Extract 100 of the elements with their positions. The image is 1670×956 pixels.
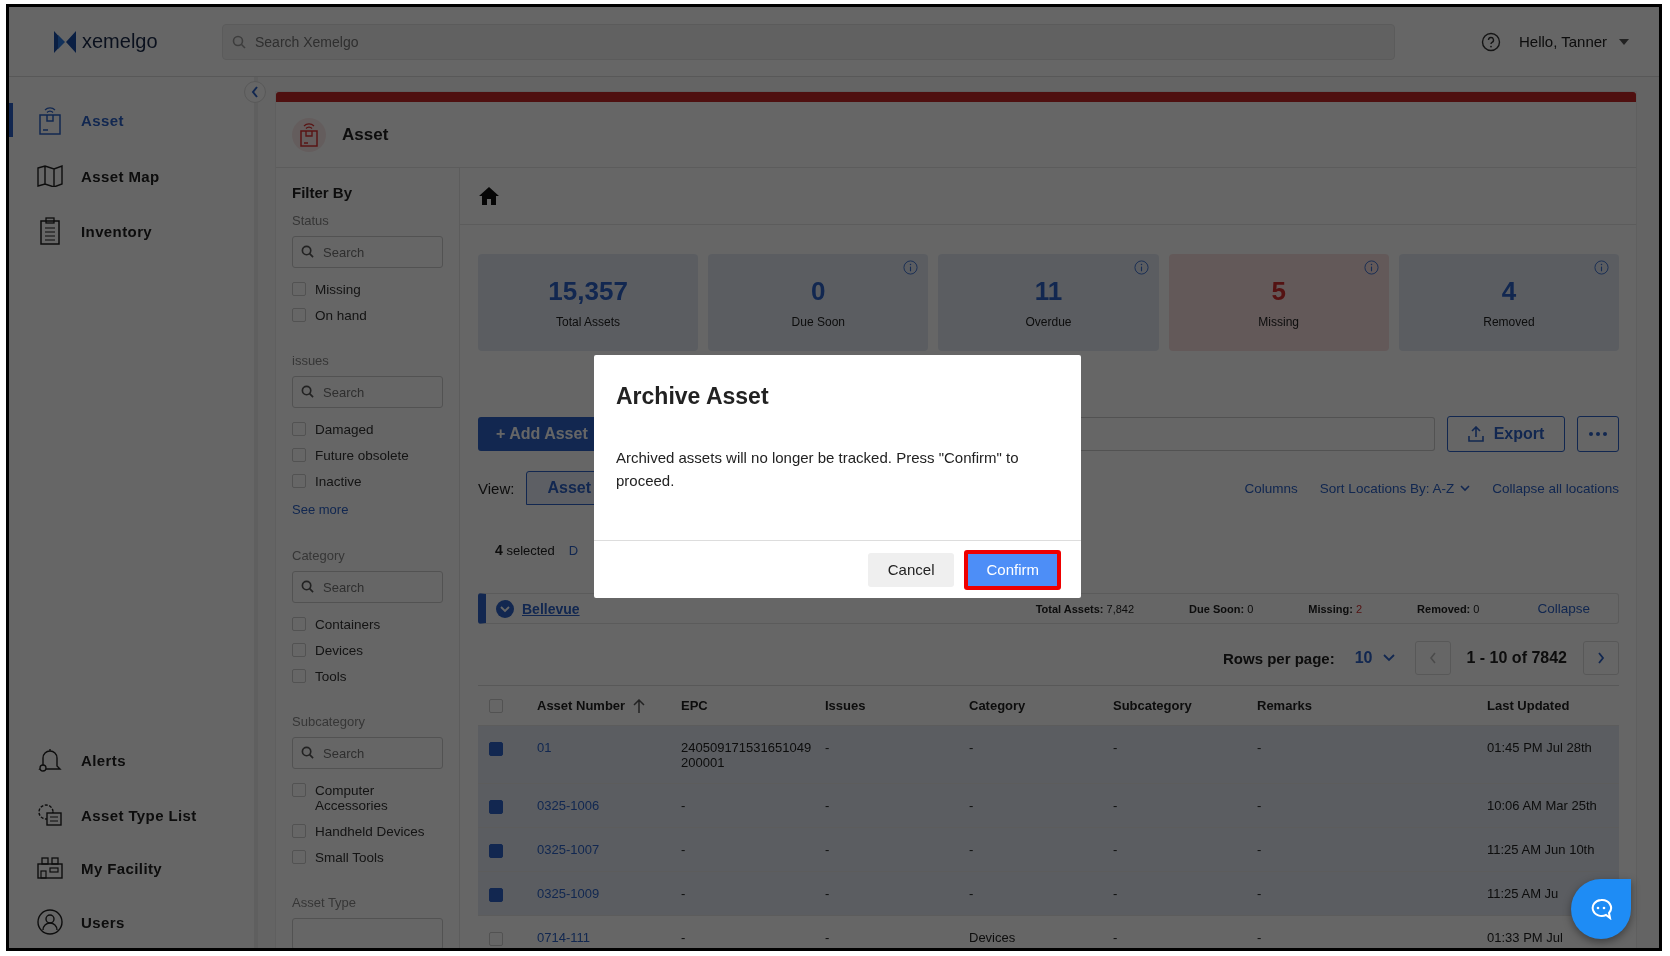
toolbar-link[interactable]: Collapse all locations (1492, 480, 1619, 496)
table-cell-text: - (681, 929, 687, 945)
table-cell-text: - (1257, 841, 1263, 857)
home-icon[interactable] (478, 186, 500, 206)
sort-arrow-icon (633, 698, 646, 713)
location-stat: Missing: 2 (1308, 602, 1363, 615)
table-cell-text: Devices (969, 929, 1017, 945)
filter-option-label: On hand (315, 308, 367, 323)
info-icon[interactable] (1133, 260, 1149, 275)
nav-item[interactable]: Asset (9, 103, 254, 137)
chevron-right-icon (1597, 652, 1605, 664)
table-cell[interactable]: 01 (537, 739, 681, 755)
table-cell[interactable]: 0325-1009 (537, 885, 681, 901)
nav-item[interactable]: My Facility (9, 855, 254, 881)
row-checkbox[interactable] (489, 741, 503, 756)
table-cell-text: - (1257, 885, 1263, 901)
chevron-icon[interactable] (496, 599, 514, 618)
chevron-left-icon (1428, 652, 1437, 664)
filter-option-label: Future obsolete (315, 448, 409, 463)
table-cell[interactable]: 0714-111 (537, 929, 681, 945)
dialog-message: Archived assets will no longer be tracked. Press "Confirm" to proceed. (616, 448, 1020, 492)
nav-item[interactable]: Users (9, 907, 254, 937)
table-cell-text: 11:25 AM Ju (1487, 885, 1560, 901)
toolbar-link[interactable]: Columns (1244, 480, 1298, 496)
help-icon[interactable] (1481, 31, 1501, 52)
metric-label: Total Assets (556, 315, 621, 329)
metric-label: Removed (1483, 315, 1535, 329)
table-cell-text: 10:06 AM Mar 25th (1487, 797, 1598, 813)
row-checkbox[interactable] (489, 887, 503, 902)
nav-item[interactable]: Inventory (9, 215, 254, 247)
metric-label: Overdue (1025, 315, 1072, 329)
filter-search-field[interactable] (292, 918, 443, 948)
table-cell-text: 11:25 AM Jun 10th (1487, 841, 1596, 857)
nav-item[interactable]: Alerts (9, 745, 254, 775)
table-cell[interactable]: 0325-1007 (537, 841, 681, 857)
export-button[interactable]: Export (1447, 416, 1565, 452)
next-page-button[interactable] (1583, 641, 1619, 675)
table-cell-text: - (1113, 841, 1119, 857)
chevron-down-icon (1460, 484, 1471, 492)
table-cell-text: - (1113, 739, 1119, 755)
table-cell-text: - (825, 739, 831, 755)
column-header[interactable]: Last Updated (1487, 698, 1619, 713)
toolbar-link[interactable]: Sort Locations By: A-Z (1319, 480, 1471, 496)
collapse-link[interactable]: Collapse (1537, 601, 1590, 616)
rows-per-page-label: Rows per page: (1223, 649, 1335, 667)
table-cell[interactable]: 0325-1006 (537, 797, 681, 813)
bulk-action-link[interactable]: D (568, 542, 579, 558)
previous-page-button[interactable] (1414, 641, 1451, 675)
table-cell-text: - (969, 797, 975, 813)
table-cell-text: - (969, 739, 975, 755)
location-link[interactable]: Bellevue (522, 600, 580, 617)
page-range: 1 - 10 of 7842 (1465, 649, 1568, 667)
filter-option-label: Tools (315, 669, 347, 684)
see-more-link[interactable]: See more (292, 502, 349, 517)
selected-count: 4 selected (495, 542, 555, 558)
table-cell-text: 01:45 PM Jul 28th (1487, 739, 1593, 755)
location-stat: Removed: 0 (1417, 602, 1480, 615)
map-icon (35, 165, 65, 187)
table-cell-text: - (1113, 929, 1119, 945)
column-header[interactable]: Subcategory (1113, 698, 1257, 713)
info-icon[interactable] (1594, 260, 1609, 275)
filter-title: Filter By (292, 184, 353, 201)
table-cell-text: - (825, 929, 831, 945)
row-checkbox[interactable] (489, 843, 503, 858)
table-cell-text: 01:33 PM Jul (1487, 929, 1564, 945)
metric-label: Missing (1258, 315, 1300, 329)
column-header[interactable]: Asset Number (537, 698, 681, 713)
nav-item[interactable]: Asset Type List (9, 801, 254, 829)
column-header[interactable]: Issues (825, 698, 969, 713)
rows-per-page-select[interactable]: 10 (1348, 648, 1401, 668)
gear-list-icon (35, 803, 65, 827)
info-icon[interactable] (1363, 260, 1379, 275)
column-header[interactable]: Category (969, 698, 1113, 713)
row-checkbox[interactable] (489, 799, 503, 814)
table-cell-text: - (969, 841, 975, 857)
chat-icon (1589, 898, 1613, 920)
table-cell-text: - (1257, 739, 1263, 755)
metric-value: 5 (1271, 276, 1286, 307)
column-header[interactable]: Remarks (1257, 698, 1487, 713)
table-cell-text: - (969, 885, 975, 901)
nav-item[interactable]: Asset Map (9, 163, 254, 189)
package-icon (292, 117, 326, 152)
metric-value: 11 (1034, 276, 1063, 307)
page-title: Asset (342, 124, 389, 145)
more-button[interactable] (1577, 416, 1619, 452)
table-cell-text: - (1257, 929, 1263, 945)
table-cell-text: - (681, 841, 687, 857)
logo-icon (54, 30, 76, 53)
collapse-sidebar-button[interactable] (244, 81, 266, 103)
cancel-button[interactable]: Cancel (867, 552, 955, 587)
caret-icon (1619, 38, 1630, 45)
filter-option-label: Inactive (315, 474, 362, 489)
column-header[interactable]: EPC (681, 698, 825, 713)
info-icon[interactable] (903, 260, 919, 275)
metric-value: 15,357 (548, 276, 628, 307)
user-menu[interactable]: Hello, Tanner (1513, 32, 1614, 51)
table-cell-text: - (825, 885, 831, 901)
confirm-button[interactable]: Confirm (968, 553, 1057, 586)
filter-option-label: Damaged (315, 422, 374, 437)
metric-value: 0 (811, 276, 826, 307)
